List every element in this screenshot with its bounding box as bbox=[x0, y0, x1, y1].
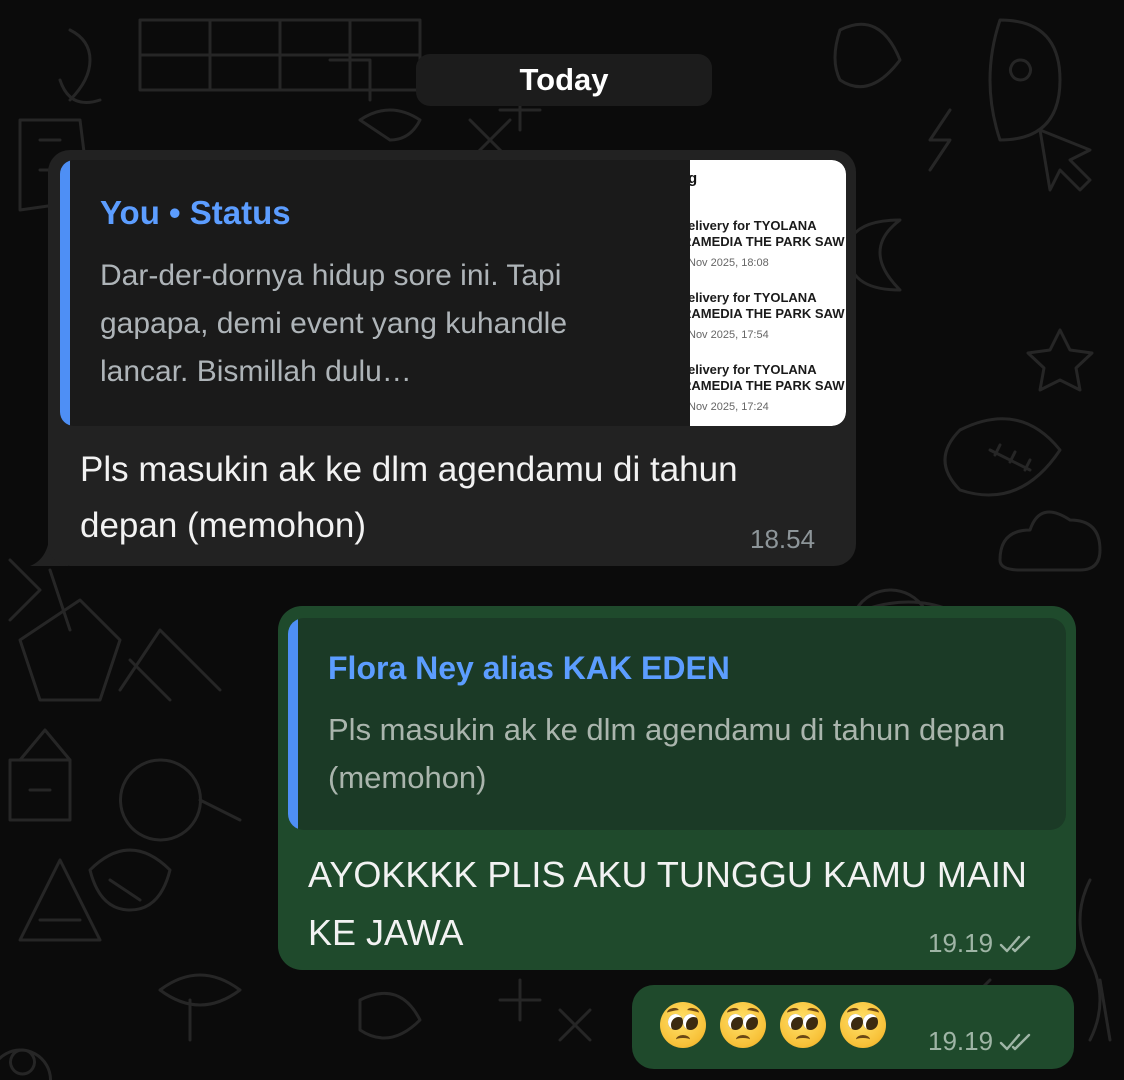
date-separator: Today bbox=[416, 54, 712, 106]
thumbnail-entry-line2: RAMEDIA THE PARK SAW bbox=[690, 306, 845, 321]
outgoing-emoji-message-meta: 19.19 bbox=[928, 1026, 1035, 1057]
quote-accent-bar bbox=[60, 160, 70, 426]
double-check-icon bbox=[999, 1033, 1031, 1050]
status-thumbnail[interactable]: g elivery for TYOLANA RAMEDIA THE PARK S… bbox=[690, 160, 846, 426]
incoming-status-quote[interactable]: You • Status Dar-der-dornya hidup sore i… bbox=[60, 160, 846, 426]
thumbnail-entry-line1: elivery for TYOLANA bbox=[690, 362, 817, 377]
thumbnail-title: g bbox=[690, 170, 698, 187]
thumbnail-entry-line1: elivery for TYOLANA bbox=[690, 218, 817, 233]
quote-author: You • Status bbox=[100, 194, 291, 231]
thumbnail-entry-line2: RAMEDIA THE PARK SAW bbox=[690, 378, 845, 393]
incoming-message-time: 18.54 bbox=[750, 524, 816, 554]
outgoing-emoji-message-time: 19.19 bbox=[928, 1026, 994, 1056]
outgoing-message-meta: 19.19 bbox=[928, 928, 1035, 959]
pleading-face-icon bbox=[660, 1002, 706, 1048]
thumbnail-entry-date: Nov 2025, 18:08 bbox=[690, 257, 769, 269]
outgoing-reply-quote[interactable]: Flora Ney alias KAK EDEN Pls masukin ak … bbox=[288, 618, 1066, 830]
quote-text: Dar-der-dornya hidup sore ini. Tapi gapa… bbox=[100, 259, 568, 388]
thumbnail-entry-line2: RAMEDIA THE PARK SAW bbox=[690, 234, 845, 249]
pleading-face-icon bbox=[840, 1002, 886, 1048]
incoming-message-text: Pls masukin ak ke dlm agendamu di tahun … bbox=[80, 450, 738, 545]
quote-text: Pls masukin ak ke dlm agendamu di tahun … bbox=[328, 712, 1006, 795]
thumbnail-entry-date: Nov 2025, 17:24 bbox=[690, 401, 769, 413]
pleading-face-icon bbox=[720, 1002, 766, 1048]
emoji-row bbox=[660, 1002, 886, 1048]
double-check-icon bbox=[999, 935, 1031, 952]
pleading-face-icon bbox=[780, 1002, 826, 1048]
quote-author: Flora Ney alias KAK EDEN bbox=[328, 650, 730, 686]
thumbnail-entry-line1: elivery for TYOLANA bbox=[690, 290, 817, 305]
quote-accent-bar bbox=[288, 618, 298, 830]
outgoing-message-time: 19.19 bbox=[928, 928, 994, 958]
thumbnail-entry-date: Nov 2025, 17:54 bbox=[690, 329, 769, 341]
